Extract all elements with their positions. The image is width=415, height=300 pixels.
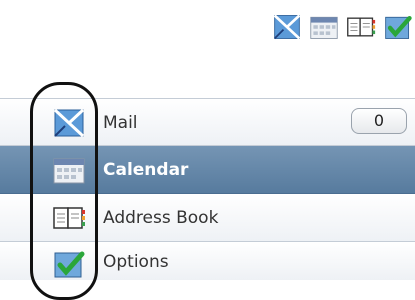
nav-item-label: Calendar — [103, 160, 189, 180]
nav-item-label: Options — [103, 252, 169, 272]
mail-icon[interactable] — [272, 12, 302, 42]
module-toolbar — [235, 12, 415, 42]
address-book-icon[interactable] — [346, 12, 376, 42]
options-icon[interactable] — [383, 12, 413, 42]
nav-item-options[interactable]: Options — [0, 242, 415, 280]
module-nav: Mail 0 Calendar Address Book Options — [0, 98, 415, 280]
nav-item-label: Mail — [103, 113, 138, 133]
nav-item-mail[interactable]: Mail 0 — [0, 98, 415, 146]
calendar-icon[interactable] — [309, 12, 339, 42]
nav-item-label: Address Book — [103, 208, 219, 228]
options-icon — [52, 249, 86, 279]
mail-icon — [52, 108, 86, 138]
unread-count-badge: 0 — [351, 108, 407, 134]
address-book-icon — [52, 203, 86, 233]
nav-item-calendar[interactable]: Calendar — [0, 146, 415, 194]
nav-item-address-book[interactable]: Address Book — [0, 194, 415, 242]
calendar-icon — [52, 155, 86, 185]
